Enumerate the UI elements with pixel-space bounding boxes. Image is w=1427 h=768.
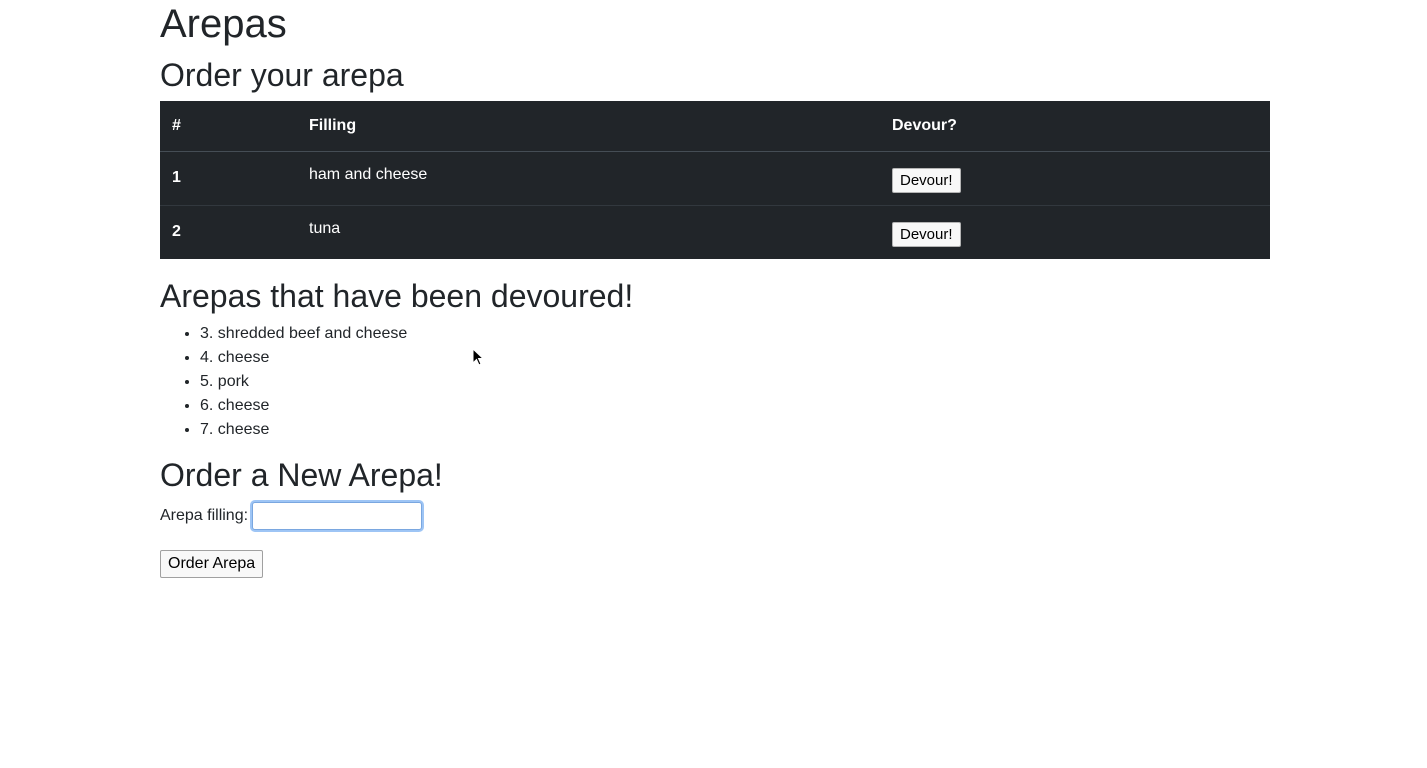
devoured-heading: Arepas that have been devoured! — [160, 278, 634, 314]
mouse-pointer-icon — [472, 348, 484, 366]
filling-input[interactable] — [252, 502, 423, 530]
column-header-number: # — [160, 101, 297, 152]
table-row: 1 ham and cheese Devour! — [160, 150, 1270, 205]
row-filling: ham and cheese — [297, 150, 880, 205]
table-header-row: # Filling Devour? — [160, 101, 1270, 152]
page-container: Arepas Order your arepa # Filling Devour… — [160, 0, 1270, 578]
devoured-list: 3. shredded beef and cheese 4. cheese 5.… — [160, 322, 1270, 442]
filling-label: Arepa filling: — [160, 507, 249, 524]
table-row: 2 tuna Devour! — [160, 204, 1270, 259]
row-filling: tuna — [297, 204, 880, 259]
new-order-heading: Order a New Arepa! — [160, 457, 443, 493]
row-number: 1 — [160, 150, 297, 205]
page-title: Arepas — [160, 2, 287, 46]
column-header-devour: Devour? — [880, 101, 1270, 152]
new-order-form: Arepa filling: — [160, 502, 1270, 530]
order-arepa-button[interactable]: Order Arepa — [160, 550, 264, 578]
row-action-cell: Devour! — [880, 150, 1270, 205]
column-header-filling: Filling — [297, 101, 880, 152]
list-item: 3. shredded beef and cheese — [200, 322, 1270, 346]
list-item: 4. cheese — [200, 346, 1270, 370]
row-number: 2 — [160, 204, 297, 259]
arepa-order-table: # Filling Devour? 1 ham and cheese Devou… — [160, 101, 1270, 259]
devour-button[interactable]: Devour! — [892, 167, 961, 193]
row-action-cell: Devour! — [880, 204, 1270, 259]
list-item: 6. cheese — [200, 394, 1270, 418]
order-heading: Order your arepa — [160, 57, 404, 93]
list-item: 5. pork — [200, 370, 1270, 394]
list-item: 7. cheese — [200, 418, 1270, 442]
devour-button[interactable]: Devour! — [892, 221, 961, 247]
